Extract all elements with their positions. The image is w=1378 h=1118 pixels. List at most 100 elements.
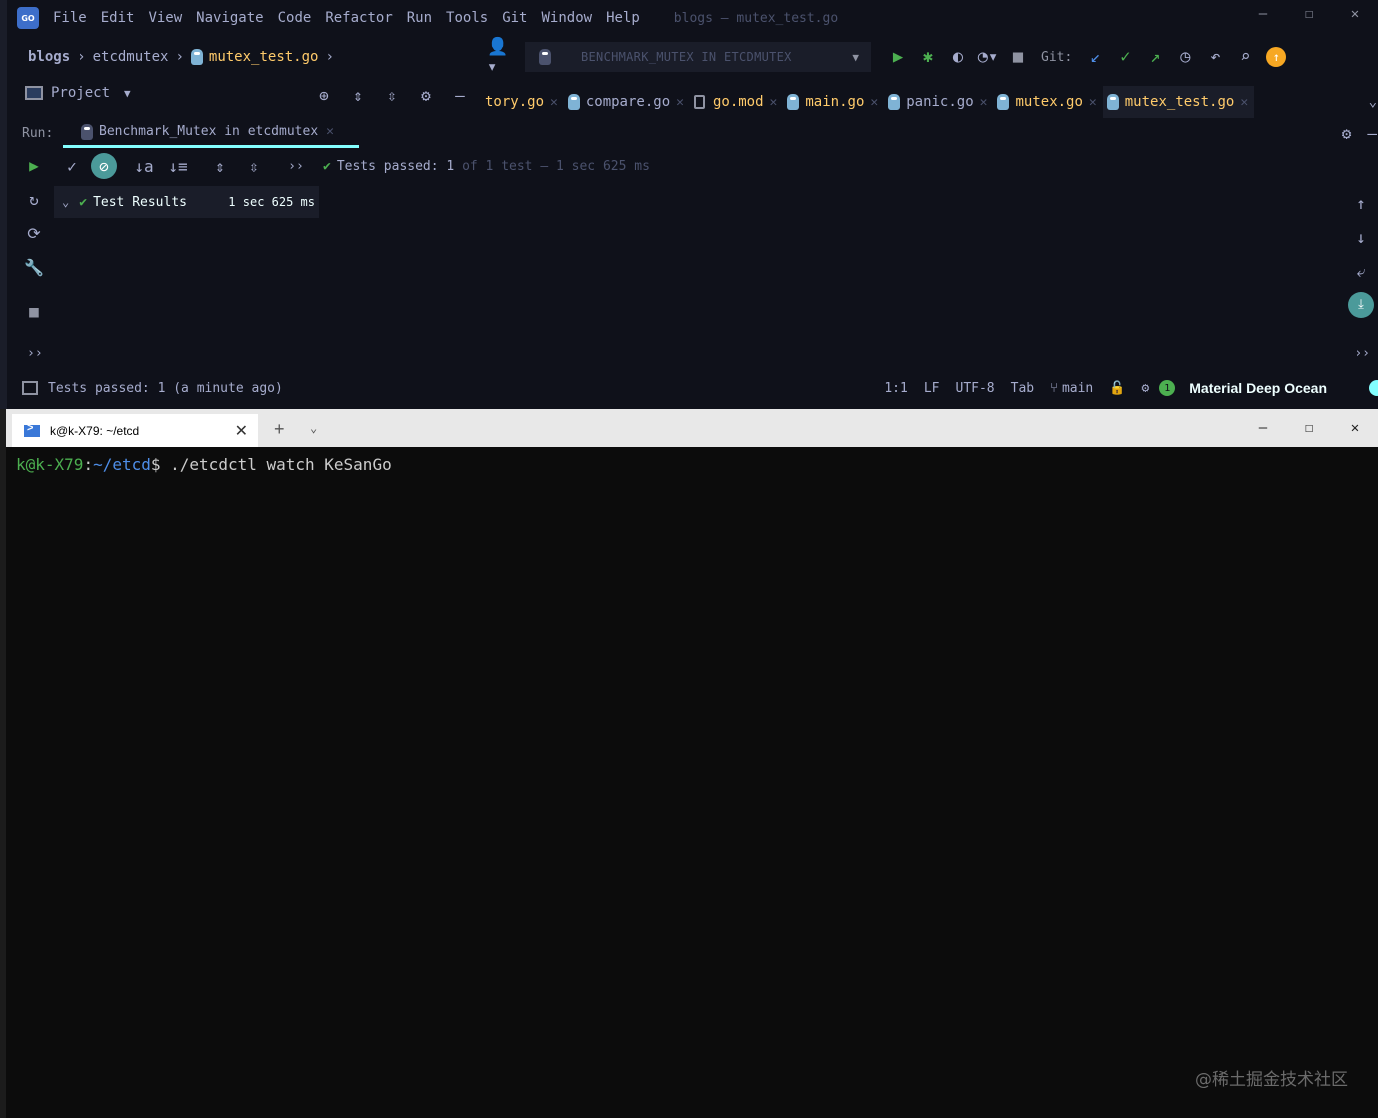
gear-icon[interactable]: ⚙ — [409, 80, 443, 110]
theme-name[interactable]: Material Deep Ocean — [1189, 380, 1327, 396]
more-icon[interactable]: ›› — [27, 346, 43, 361]
project-label[interactable]: Project — [51, 85, 110, 101]
terminal-tab[interactable]: k@k-X79: ~/etcd ✕ — [12, 414, 258, 447]
soft-wrap-icon[interactable]: ⤶ — [1350, 262, 1372, 282]
menu-git[interactable]: Git — [502, 10, 527, 26]
stop-icon[interactable]: ■ — [24, 302, 44, 321]
file-encoding[interactable]: UTF-8 — [956, 381, 995, 396]
close-icon[interactable]: ✕ — [1332, 0, 1378, 28]
menu-view[interactable]: View — [148, 10, 182, 26]
update-icon[interactable]: ↑ — [1266, 47, 1287, 67]
caret-position[interactable]: 1:1 — [884, 381, 907, 396]
menu-edit[interactable]: Edit — [101, 10, 135, 26]
wrench-icon[interactable]: 🔧 — [24, 258, 44, 277]
close-icon[interactable]: ✕ — [1089, 95, 1097, 110]
expand-all-icon[interactable]: ⇕ — [205, 151, 235, 181]
breadcrumb-file[interactable]: mutex_test.go — [209, 49, 319, 65]
close-icon[interactable]: ✕ — [235, 421, 248, 441]
tab-compare-go[interactable]: compare.go ✕ — [564, 86, 690, 118]
menu-refactor[interactable]: Refactor — [325, 10, 392, 26]
close-icon[interactable]: ✕ — [326, 124, 334, 139]
maximize-icon[interactable]: ☐ — [1286, 0, 1332, 28]
close-icon[interactable]: ✕ — [870, 95, 878, 110]
stop-icon[interactable]: ■ — [1003, 42, 1033, 72]
inspection-icon[interactable]: ⚙ — [1141, 381, 1149, 396]
git-update-icon[interactable]: ↙ — [1080, 42, 1110, 72]
status-message[interactable]: Tests passed: 1 (a minute ago) — [48, 381, 283, 396]
tab-mutex-test-go[interactable]: mutex_test.go ✕ — [1102, 86, 1255, 118]
hide-icon[interactable]: — — [443, 80, 477, 110]
chevron-down-icon[interactable]: ⌄ — [310, 421, 317, 435]
breadcrumb-project[interactable]: blogs — [28, 49, 70, 65]
expand-all-icon[interactable]: ⇕ — [341, 80, 375, 110]
chevron-down-icon[interactable]: ⌄ — [1369, 94, 1377, 110]
indent-setting[interactable]: Tab — [1011, 381, 1034, 396]
search-icon[interactable]: ⌕ — [1230, 42, 1260, 72]
menu-file[interactable]: File — [53, 10, 87, 26]
history-icon[interactable]: ◷ — [1170, 42, 1200, 72]
check-icon: ✔ — [323, 158, 331, 174]
run-icon[interactable]: ▶ — [883, 42, 913, 72]
sort-duration-icon[interactable]: ↓≡ — [163, 151, 193, 181]
close-icon[interactable]: ✕ — [980, 95, 988, 110]
maximize-icon[interactable]: ☐ — [1286, 409, 1332, 447]
rerun-icon[interactable]: ▶ — [24, 156, 44, 175]
git-commit-icon[interactable]: ✓ — [1110, 42, 1140, 72]
line-separator[interactable]: LF — [924, 381, 940, 396]
menu-tools[interactable]: Tools — [446, 10, 488, 26]
breadcrumb-folder[interactable]: etcdmutex — [93, 49, 169, 65]
close-icon[interactable]: ✕ — [1332, 409, 1378, 447]
scroll-to-end-icon[interactable]: ⤓ — [1348, 292, 1374, 318]
tab-main-go[interactable]: main.go ✕ — [783, 86, 884, 118]
close-icon[interactable]: ✕ — [676, 95, 684, 110]
minimize-icon[interactable]: – — [1240, 409, 1286, 447]
tab-panic-go[interactable]: panic.go ✕ — [884, 86, 993, 118]
chevron-down-icon[interactable]: ▼ — [124, 87, 131, 100]
minimize-icon[interactable]: – — [1240, 0, 1286, 28]
profile-icon[interactable]: ◔▾ — [973, 42, 1003, 72]
coverage-icon[interactable]: ◐ — [943, 42, 973, 72]
close-icon[interactable]: ✕ — [770, 95, 778, 110]
close-icon[interactable]: ✕ — [1240, 95, 1248, 110]
git-push-icon[interactable]: ↗ — [1140, 42, 1170, 72]
close-icon[interactable]: ✕ — [550, 95, 558, 110]
run-tab[interactable]: Benchmark_Mutex in etcdmutex ✕ — [63, 118, 359, 148]
chevron-down-icon[interactable]: ⌄ — [62, 195, 69, 209]
show-ignored-icon[interactable]: ⊘ — [91, 153, 117, 179]
collapse-all-icon[interactable]: ⇳ — [375, 80, 409, 110]
debug-icon[interactable]: ✱ — [913, 42, 943, 72]
gear-icon[interactable]: ⚙ — [1342, 124, 1352, 143]
toggle-auto-test-icon[interactable]: ⟳ — [24, 224, 44, 243]
user-icon[interactable]: 👤▾ — [487, 37, 517, 77]
rollback-icon[interactable]: ↶ — [1200, 42, 1230, 72]
arrow-down-icon[interactable]: ↓ — [1350, 228, 1372, 247]
collapse-all-icon[interactable]: ⇳ — [239, 151, 269, 181]
menu-help[interactable]: Help — [606, 10, 640, 26]
hide-icon[interactable]: — — [1367, 124, 1377, 143]
more-icon[interactable]: ›› — [1354, 346, 1370, 361]
test-results-node[interactable]: ⌄ ✔ Test Results 1 sec 625 ms — [54, 186, 319, 218]
menu-code[interactable]: Code — [278, 10, 312, 26]
tab-factory-go[interactable]: tory.go ✕ — [481, 86, 564, 118]
show-passed-icon[interactable]: ✓ — [57, 151, 87, 181]
menu-window[interactable]: Window — [542, 10, 593, 26]
sort-alpha-icon[interactable]: ↓a — [129, 151, 159, 181]
goland-logo-icon: GO — [17, 7, 39, 29]
more-icon[interactable]: ›› — [281, 151, 311, 181]
locate-icon[interactable]: ⊕ — [307, 80, 341, 110]
tool-windows-icon[interactable] — [22, 381, 38, 395]
menu-run[interactable]: Run — [407, 10, 432, 26]
notification-badge[interactable]: 1 — [1159, 380, 1176, 396]
terminal-output[interactable]: k@k-X79:~/etcd$ ./etcdctl watch KeSanGo — [16, 455, 392, 474]
test-results-duration: 1 sec 625 ms — [228, 195, 315, 209]
rerun-failed-icon[interactable]: ↻ — [24, 190, 44, 209]
check-icon: ✔ — [79, 194, 88, 210]
new-tab-icon[interactable]: + — [274, 419, 285, 440]
lock-icon[interactable]: 🔓 — [1109, 381, 1125, 396]
git-branch[interactable]: main — [1062, 381, 1093, 396]
menu-navigate[interactable]: Navigate — [196, 10, 263, 26]
run-config-selector[interactable]: BENCHMARK_MUTEX IN ETCDMUTEX ▼ — [525, 42, 871, 72]
arrow-up-icon[interactable]: ↑ — [1350, 194, 1372, 213]
tab-mutex-go[interactable]: mutex.go ✕ — [993, 86, 1102, 118]
tab-go-mod[interactable]: go.mod ✕ — [690, 86, 783, 118]
